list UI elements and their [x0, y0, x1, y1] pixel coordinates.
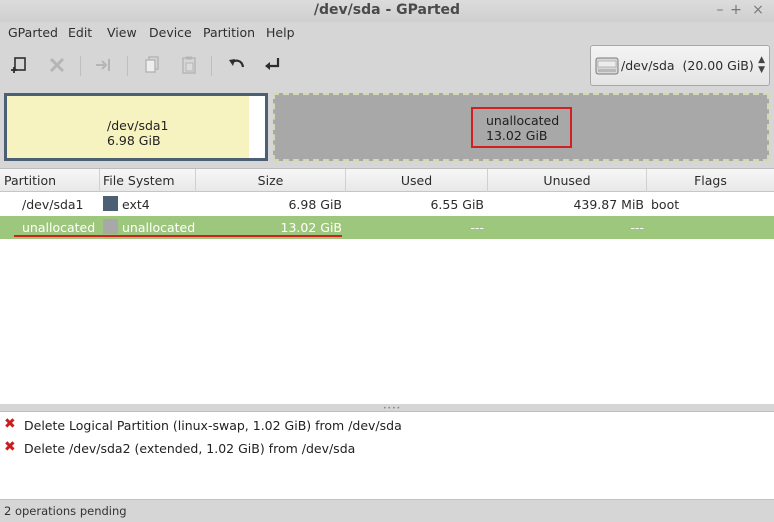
col-unused[interactable]: Unused — [488, 169, 647, 192]
pane-resize-handle[interactable]: •••• — [0, 404, 774, 412]
new-partition-icon — [11, 57, 26, 73]
resize-move-icon — [96, 59, 110, 71]
cell-filesystem: ext4 — [122, 197, 150, 212]
menu-view[interactable]: View — [107, 25, 137, 40]
menu-edit[interactable]: Edit — [68, 25, 92, 40]
title-bar: /dev/sda - GParted – + × — [0, 0, 774, 22]
menu-gparted[interactable]: GParted — [8, 25, 58, 40]
operation-text: Delete /dev/sda2 (extended, 1.02 GiB) fr… — [24, 441, 356, 456]
menu-partition[interactable]: Partition — [203, 25, 255, 40]
col-used[interactable]: Used — [346, 169, 488, 192]
updown-arrows-icon: ▲ ▼ — [758, 55, 765, 75]
status-bar: 2 operations pending — [0, 499, 774, 522]
col-filesystem[interactable]: File System — [100, 169, 196, 192]
delete-icon — [49, 57, 65, 73]
cell-unused: 439.87 MiB — [573, 197, 644, 212]
apply-icon — [265, 58, 280, 70]
table-header: Partition File System Size Used Unused F… — [0, 169, 774, 192]
partition-table: Partition File System Size Used Unused F… — [0, 168, 774, 404]
close-button[interactable]: × — [750, 2, 766, 18]
cell-size: 6.98 GiB — [288, 197, 342, 212]
toolbar-separator — [127, 56, 128, 76]
copy-icon — [145, 56, 159, 73]
cell-used: --- — [470, 220, 484, 235]
menu-help[interactable]: Help — [266, 25, 295, 40]
operations-list: ✖ Delete Logical Partition (linux-swap, … — [0, 411, 774, 499]
unallocated-label: unallocated 13.02 GiB — [486, 113, 560, 143]
harddisk-icon — [595, 57, 619, 75]
partition-free-space — [249, 96, 265, 158]
delete-operation-icon: ✖ — [4, 439, 16, 455]
new-partition-button[interactable] — [6, 52, 32, 78]
maximize-button[interactable]: + — [728, 2, 744, 18]
disk-map-partition-sda1[interactable]: /dev/sda1 6.98 GiB — [4, 93, 268, 161]
delete-operation-icon: ✖ — [4, 416, 16, 432]
operation-text: Delete Logical Partition (linux-swap, 1.… — [24, 418, 402, 433]
partition-label: /dev/sda1 6.98 GiB — [107, 118, 169, 148]
apply-button[interactable] — [260, 52, 286, 78]
device-selector-value: /dev/sda (20.00 GiB) — [621, 58, 754, 73]
filesystem-color-swatch — [103, 219, 118, 234]
paste-button[interactable] — [176, 52, 202, 78]
cell-filesystem: unallocated — [122, 220, 196, 235]
menu-bar: GParted Edit View Device Partition Help — [0, 22, 774, 44]
list-item[interactable]: ✖ Delete /dev/sda2 (extended, 1.02 GiB) … — [0, 437, 774, 459]
paste-icon — [182, 56, 196, 74]
menu-device[interactable]: Device — [149, 25, 192, 40]
cell-size: 13.02 GiB — [280, 220, 343, 235]
cell-partition: /dev/sda1 — [22, 197, 84, 212]
col-flags[interactable]: Flags — [647, 169, 774, 192]
resize-move-button[interactable] — [91, 52, 117, 78]
copy-button[interactable] — [139, 52, 165, 78]
col-partition[interactable]: Partition — [0, 169, 100, 192]
delete-button[interactable] — [44, 52, 70, 78]
undo-icon — [229, 59, 245, 68]
window-title: /dev/sda - GParted — [313, 2, 461, 18]
toolbar-separator — [211, 56, 212, 76]
device-selector[interactable]: /dev/sda (20.00 GiB) ▲ ▼ — [590, 45, 770, 86]
disk-map: /dev/sda1 6.98 GiB unallocated 13.02 GiB — [0, 88, 774, 166]
undo-button[interactable] — [224, 52, 250, 78]
cell-used: 6.55 GiB — [430, 197, 484, 212]
status-text: 2 operations pending — [4, 504, 127, 518]
list-item[interactable]: ✖ Delete Logical Partition (linux-swap, … — [0, 414, 774, 436]
table-row[interactable]: /dev/sda1 ext4 6.98 GiB 6.55 GiB 439.87 … — [0, 193, 774, 216]
cell-partition: unallocated — [22, 220, 96, 235]
minimize-button[interactable]: – — [712, 2, 728, 18]
cell-flags: boot — [651, 197, 680, 212]
toolbar-separator — [80, 56, 81, 76]
red-underline-annotation — [14, 235, 342, 237]
filesystem-color-swatch — [103, 196, 118, 211]
col-size[interactable]: Size — [196, 169, 346, 192]
cell-unused: --- — [630, 220, 644, 235]
disk-map-unallocated[interactable]: unallocated 13.02 GiB — [273, 93, 769, 161]
